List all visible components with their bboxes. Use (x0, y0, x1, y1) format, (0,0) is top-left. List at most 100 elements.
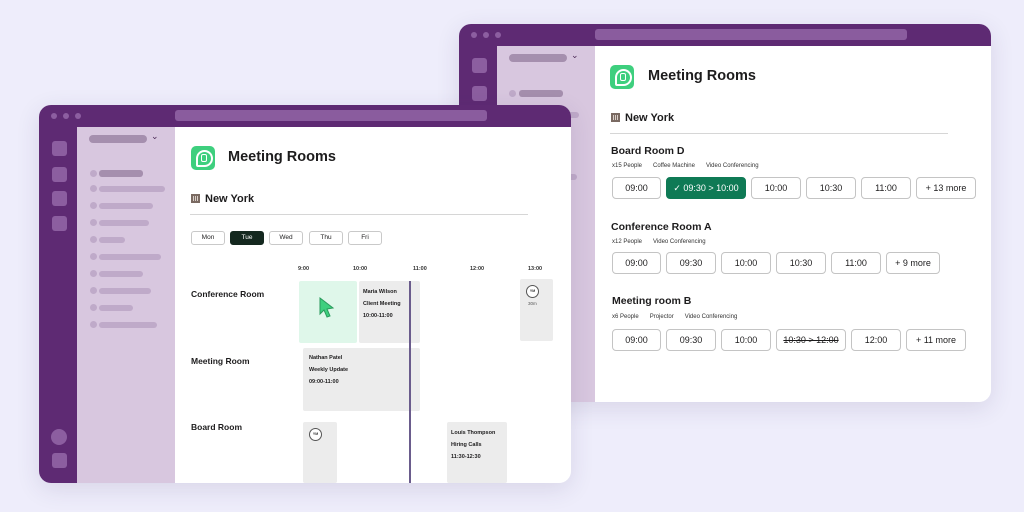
time-tick: 11:00 (413, 266, 427, 272)
time-slot[interactable]: 11:00 (861, 177, 911, 199)
location-heading: New York (611, 112, 674, 124)
office-building-icon (611, 113, 620, 122)
main-content: Meeting Rooms New York Mon Tue Wed Thu F… (175, 127, 571, 483)
day-tab-wed[interactable]: Wed (269, 231, 303, 245)
booking-details: Louis Thompson Hiring Calls 11:30-12:30 (451, 427, 495, 463)
office-building-icon (191, 194, 200, 203)
time-slot[interactable]: 10:00 (721, 252, 771, 274)
day-tab-mon[interactable]: Mon (191, 231, 225, 245)
time-tick: 10:00 (353, 266, 368, 272)
more-slots-button[interactable]: + 9 more (886, 252, 940, 274)
day-tab-thu[interactable]: Thu (309, 231, 343, 245)
window-controls[interactable] (51, 113, 81, 119)
user-avatar: YM (526, 285, 539, 298)
sidebar-bullet (90, 321, 97, 328)
time-slot[interactable]: 10:00 (751, 177, 801, 199)
address-bar[interactable] (595, 29, 907, 40)
booking-title: Client Meeting (363, 301, 401, 307)
workspace-icon[interactable] (52, 141, 67, 156)
sidebar-bullet (90, 287, 97, 294)
time-slot[interactable]: 10:30 (806, 177, 856, 199)
room-name: Meeting room B (612, 295, 692, 307)
time-slot[interactable]: 12:00 (851, 329, 901, 351)
room-name: Board Room D (611, 145, 685, 157)
sidebar-item[interactable] (99, 254, 161, 260)
sidebar-item[interactable] (519, 90, 563, 97)
sidebar-bullet (90, 185, 97, 192)
sidebar-item[interactable] (99, 203, 153, 209)
room-features: x15 People Coffee Machine Video Conferen… (612, 163, 759, 169)
workspace-icon[interactable] (52, 191, 67, 206)
sidebar-item[interactable] (99, 322, 157, 328)
meeting-rooms-logo-icon (191, 146, 215, 170)
location-label: New York (625, 112, 675, 124)
main-content: Meeting Rooms New York Board Room D x15 … (595, 46, 991, 402)
window-controls[interactable] (471, 32, 501, 38)
booking-time: 10:00-11:00 (363, 313, 393, 319)
workspace-name[interactable] (89, 135, 147, 143)
address-bar[interactable] (175, 110, 487, 121)
workspace-icon[interactable] (52, 453, 67, 468)
room-features: x6 People Projector Video Conferencing (612, 314, 737, 320)
divider (610, 133, 948, 134)
time-slot[interactable]: 10:00 (721, 329, 771, 351)
time-slot-selected[interactable]: ✓ 09:30 > 10:00 (666, 177, 746, 199)
sidebar-item[interactable] (99, 271, 143, 277)
sidebar-item[interactable] (99, 220, 149, 226)
room-row-label: Board Room (191, 422, 242, 432)
sidebar-bullet (509, 90, 516, 97)
time-slot[interactable]: 09:30 (666, 252, 716, 274)
room-name: Conference Room A (611, 221, 712, 233)
sidebar-item[interactable] (99, 170, 143, 177)
workspace-icon[interactable] (472, 58, 487, 73)
time-slot[interactable]: 10:30 (776, 252, 826, 274)
workspace-icon[interactable] (52, 167, 67, 182)
workspace-name[interactable] (509, 54, 567, 62)
feature-item: Coffee Machine (653, 163, 695, 169)
time-slot[interactable]: 09:30 (666, 329, 716, 351)
booking-duration: 30m (528, 301, 537, 306)
user-avatar: YM (309, 428, 322, 441)
window-titlebar (459, 24, 991, 46)
profile-avatar[interactable] (51, 429, 67, 445)
sidebar-bullet (90, 219, 97, 226)
meeting-rooms-logo-icon (610, 65, 634, 89)
room-row-label: Meeting Room (191, 356, 250, 366)
feature-capacity: x15 People (612, 163, 643, 169)
chevron-down-icon[interactable]: ⌄ (151, 132, 159, 142)
more-slots-button[interactable]: + 11 more (906, 329, 966, 351)
time-tick: 13:00 (528, 266, 543, 272)
feature-item: Video Conferencing (705, 163, 759, 169)
feature-capacity: x6 People (612, 314, 639, 320)
sidebar-item[interactable] (99, 186, 165, 192)
sidebar-item[interactable] (99, 288, 151, 294)
sidebar-bullet (90, 202, 97, 209)
booking-details: Maria Wilson Client Meeting 10:00-11:00 (363, 286, 401, 322)
sidebar-item[interactable] (99, 237, 125, 243)
unavailable-slot-label: 10:30 > 12:00 (783, 335, 839, 345)
time-slot[interactable]: 09:00 (612, 329, 661, 351)
current-time-indicator (409, 281, 411, 483)
workspace-icon[interactable] (52, 216, 67, 231)
page-title: Meeting Rooms (228, 149, 336, 165)
feature-item: Video Conferencing (653, 239, 706, 245)
booking-person: Maria Wilson (363, 289, 397, 295)
workspace-icon[interactable] (472, 86, 487, 101)
front-window: ⌄ Meeting Rooms New York Mon Tue Wed Thu (39, 105, 571, 483)
time-slot[interactable]: 09:00 (612, 252, 661, 274)
mouse-pointer-icon (319, 296, 335, 318)
day-tab-fri[interactable]: Fri (348, 231, 382, 245)
divider (190, 214, 528, 215)
time-tick: 12:00 (470, 266, 485, 272)
sidebar-bullet (90, 236, 97, 243)
time-slot-unavailable: 10:30 > 12:00 (776, 329, 846, 351)
time-slot[interactable]: 11:00 (831, 252, 881, 274)
time-slot[interactable]: 09:00 (612, 177, 661, 199)
booking-time: 11:30-12:30 (451, 454, 481, 460)
sidebar-item[interactable] (99, 305, 133, 311)
booking-title: Weekly Update (309, 367, 349, 373)
sidebar-bullet (90, 253, 97, 260)
day-tab-tue[interactable]: Tue (230, 231, 264, 245)
chevron-down-icon[interactable]: ⌄ (571, 51, 579, 61)
more-slots-button[interactable]: + 13 more (916, 177, 976, 199)
